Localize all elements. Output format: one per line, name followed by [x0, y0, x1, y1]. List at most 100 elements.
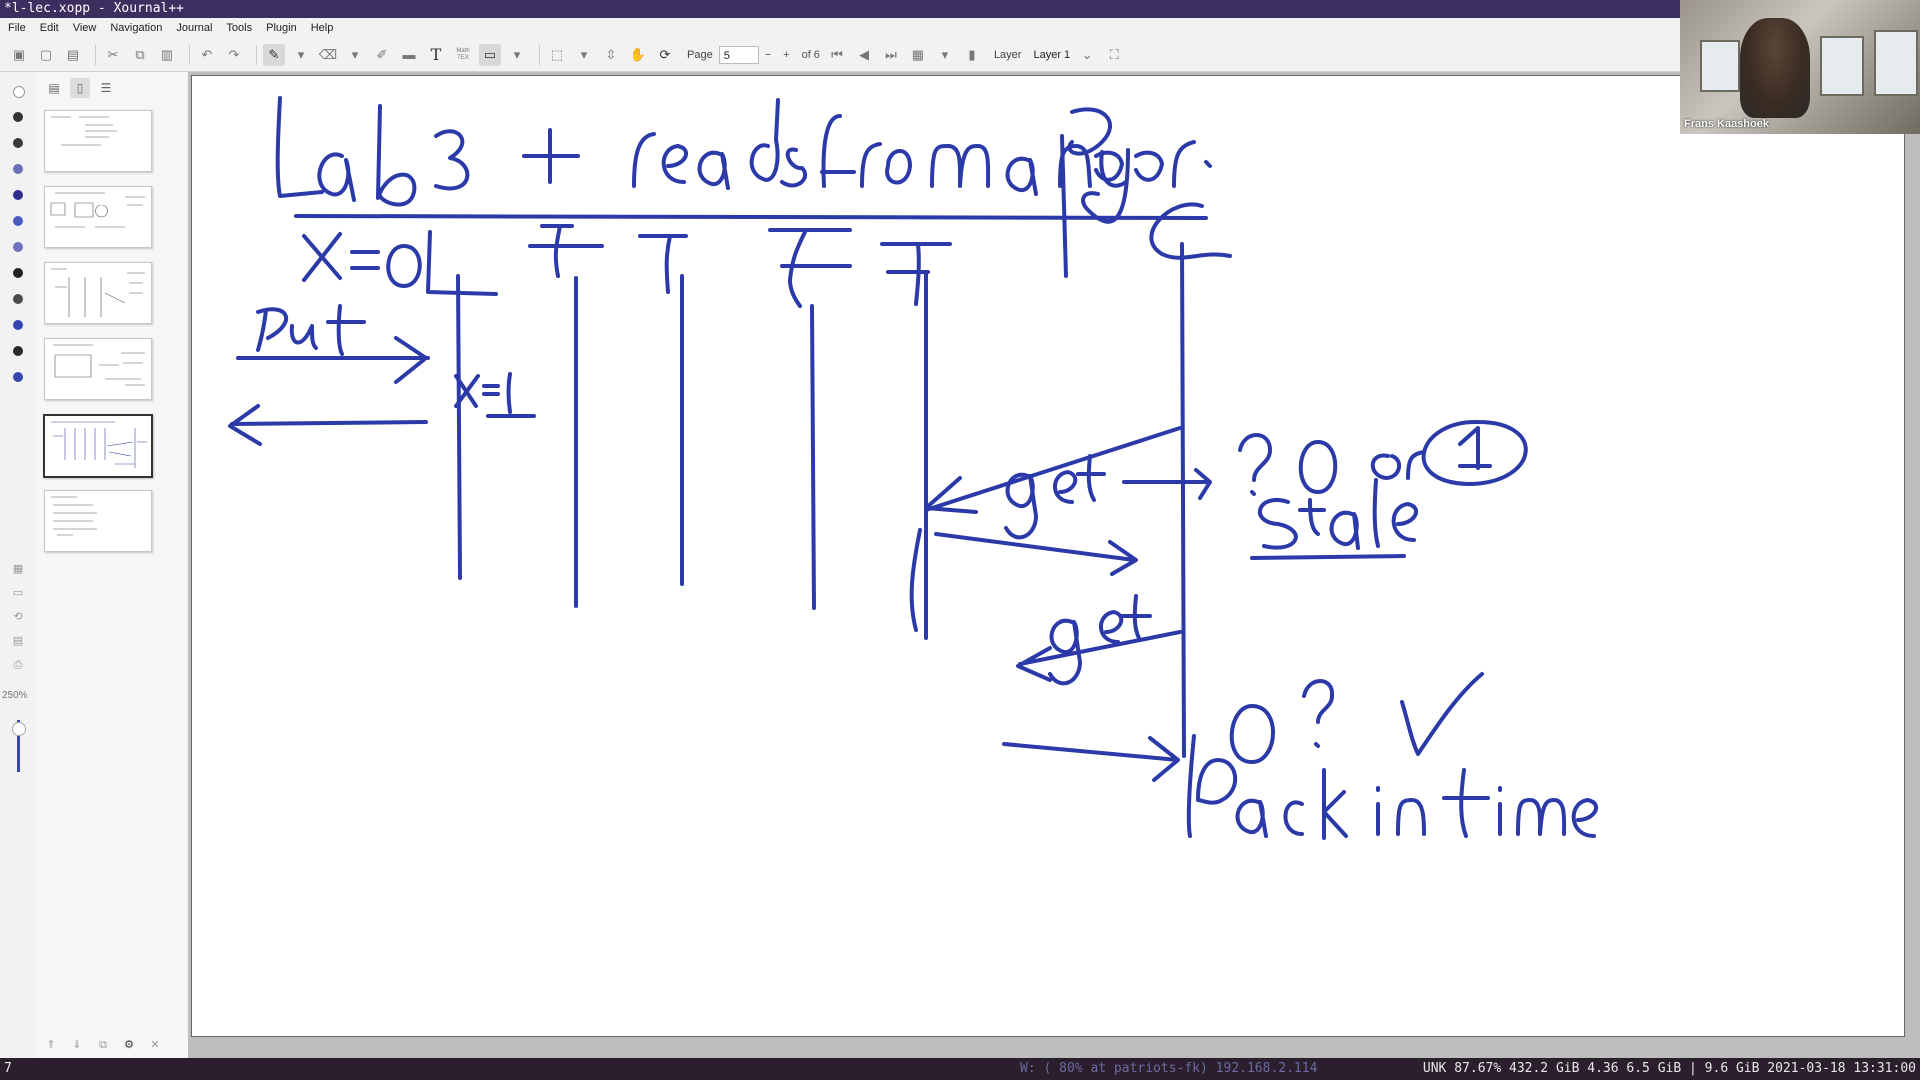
pen-icon[interactable]: ✎	[263, 43, 285, 66]
first-page-icon[interactable]: ⏮	[826, 44, 848, 66]
paste-icon[interactable]: ▥	[156, 44, 178, 66]
separator	[539, 44, 540, 65]
copy-page-icon[interactable]: ⧉	[94, 1038, 112, 1052]
new-icon[interactable]: ▢	[35, 44, 57, 66]
print-icon[interactable]: ⎙	[10, 658, 26, 672]
canvas-area[interactable]	[188, 72, 1920, 1058]
background-window	[1700, 40, 1740, 92]
color-swatch[interactable]	[13, 294, 23, 304]
layer-dropdown-icon[interactable]: ⌄	[1076, 44, 1098, 66]
tool-palette: 250% ▦ ▭ ⟲ ▤ ⎙	[0, 72, 37, 1058]
color-swatch[interactable]	[13, 86, 25, 98]
select-dropdown-icon[interactable]: ▾	[573, 44, 595, 66]
shape-icon[interactable]: ▭	[479, 43, 501, 66]
workspace-indicator[interactable]: 7	[4, 1058, 12, 1080]
fullscreen-icon[interactable]: ⛶	[1103, 44, 1125, 66]
page-total: of 6	[801, 48, 820, 61]
separator	[95, 44, 96, 65]
save-icon[interactable]: ▣	[8, 44, 30, 66]
menu-file[interactable]: File	[8, 18, 26, 38]
speaker-name: Frans Kaashoek	[1684, 118, 1769, 130]
separator	[256, 44, 257, 65]
hand-icon[interactable]: ✋	[627, 44, 649, 66]
separator	[189, 44, 190, 65]
color-swatch[interactable]	[13, 242, 23, 252]
cut-icon[interactable]: ✂	[102, 44, 124, 66]
fill-icon[interactable]: ▦	[10, 562, 26, 576]
sidebar-tab-pages[interactable]: ▯	[70, 78, 90, 98]
layer-select[interactable]: Layer 1	[1033, 49, 1070, 61]
page-increment-button[interactable]: +	[783, 49, 789, 61]
color-swatch[interactable]	[13, 138, 23, 148]
rotate-icon[interactable]: ⟲	[10, 610, 26, 624]
page-thumbnail-5[interactable]	[43, 414, 153, 478]
monitor-icon[interactable]: ▭	[10, 586, 26, 600]
background-window	[1820, 36, 1864, 96]
clipboard-icon[interactable]: ▤	[10, 634, 26, 648]
page-thumbnail-2[interactable]	[44, 186, 152, 248]
page-label: Page	[687, 48, 713, 61]
sync-icon[interactable]: ⟳	[654, 44, 676, 66]
sidebar-tab-outline[interactable]: ▤	[44, 78, 64, 98]
zoom-slider-handle[interactable]	[12, 722, 26, 736]
add-page-icon[interactable]: ▦	[907, 44, 929, 66]
zoom-level: 250%	[2, 690, 28, 701]
page-preview-sidebar: ▤ ▯ ☰ ⇑ ⇓ ⧉ ⚙ ✕	[36, 72, 189, 1058]
menu-tools[interactable]: Tools	[226, 18, 252, 38]
eraser-icon[interactable]: ⌫	[317, 44, 339, 66]
system-status-bar: 7 W: ( 80% at patriots-fk) 192.168.2.114…	[0, 1058, 1920, 1080]
tex-tool-icon[interactable]: Math TEX	[452, 44, 474, 66]
highlighter-icon[interactable]: ✐	[371, 44, 393, 66]
next-page-icon[interactable]: ⏭	[880, 44, 902, 66]
image-icon[interactable]: ▬	[398, 44, 420, 66]
system-info: UNK 87.67% 432.2 GiB 4.36 6.5 GiB | 9.6 …	[1422, 1061, 1916, 1076]
network-status: W: ( 80% at patriots-fk) 192.168.2.114	[1020, 1061, 1318, 1076]
color-swatch[interactable]	[13, 372, 23, 382]
page-settings-icon[interactable]: ⚙	[120, 1038, 138, 1052]
menu-help[interactable]: Help	[311, 18, 334, 38]
page-thumbnail-3[interactable]	[44, 262, 152, 324]
move-page-up-icon[interactable]: ⇑	[42, 1038, 60, 1052]
background-window	[1874, 30, 1918, 96]
vertical-space-icon[interactable]: ⇳	[600, 44, 622, 66]
delete-page-icon[interactable]: ▮	[961, 44, 983, 66]
ink-drawing	[228, 96, 1599, 840]
speaker-image	[1740, 18, 1810, 118]
color-swatch[interactable]	[13, 112, 23, 122]
color-swatch[interactable]	[13, 268, 23, 278]
menu-plugin[interactable]: Plugin	[266, 18, 297, 38]
open-icon[interactable]: ▤	[62, 44, 84, 66]
menu-edit[interactable]: Edit	[40, 18, 59, 38]
color-swatch[interactable]	[13, 346, 23, 356]
page-thumbnail-1[interactable]	[44, 110, 152, 172]
color-swatch[interactable]	[13, 320, 23, 330]
color-swatch[interactable]	[13, 164, 23, 174]
page-thumbnail-4[interactable]	[44, 338, 152, 400]
select-rect-icon[interactable]: ⬚	[546, 44, 568, 66]
eraser-dropdown-icon[interactable]: ▾	[344, 44, 366, 66]
journal-page[interactable]	[191, 75, 1905, 1037]
page-thumbnail-6[interactable]	[44, 490, 152, 552]
menu-view[interactable]: View	[73, 18, 97, 38]
redo-icon[interactable]: ↷	[223, 44, 245, 66]
close-sidebar-icon[interactable]: ✕	[146, 1038, 164, 1052]
move-page-down-icon[interactable]: ⇓	[68, 1038, 86, 1052]
page-decrement-button[interactable]: −	[765, 49, 771, 61]
copy-icon[interactable]: ⧉	[129, 44, 151, 66]
page-number-input[interactable]: 5	[718, 45, 759, 64]
shape-dropdown-icon[interactable]: ▾	[506, 44, 528, 66]
sidebar-tab-layers[interactable]: ☰	[96, 78, 116, 98]
toolbar: ▣ ▢ ▤ ✂ ⧉ ▥ ↶ ↷ ✎ ▾ ⌫ ▾ ✐ ▬ T Math TEX ▭…	[0, 38, 1680, 72]
menu-navigation[interactable]: Navigation	[110, 18, 162, 38]
add-page-dropdown-icon[interactable]: ▾	[934, 44, 956, 66]
prev-page-icon[interactable]: ◀	[853, 44, 875, 66]
sidebar-page-actions: ⇑ ⇓ ⧉ ⚙ ✕	[42, 1038, 164, 1052]
color-swatch[interactable]	[13, 216, 23, 226]
pen-dropdown-icon[interactable]: ▾	[290, 44, 312, 66]
layer-label: Layer	[993, 48, 1022, 61]
color-swatch[interactable]	[13, 190, 23, 200]
undo-icon[interactable]: ↶	[196, 44, 218, 66]
menu-journal[interactable]: Journal	[176, 18, 212, 38]
text-tool-icon[interactable]: T	[425, 44, 447, 66]
menu-bar: File Edit View Navigation Journal Tools …	[0, 18, 1920, 38]
